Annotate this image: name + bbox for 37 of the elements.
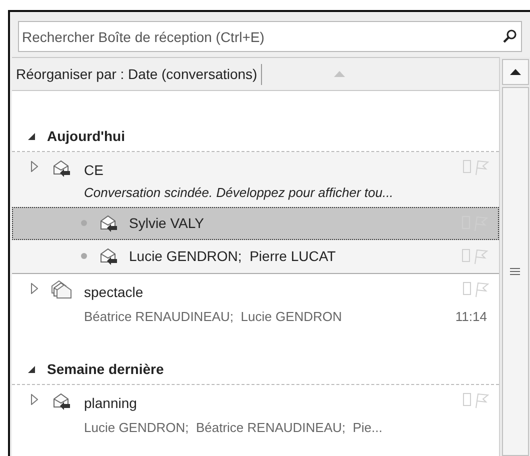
message-row[interactable]: Sylvie VALY bbox=[12, 206, 499, 240]
grip-icon bbox=[510, 268, 520, 275]
conversation-subject[interactable]: CE bbox=[84, 158, 104, 181]
collapse-triangle-icon[interactable] bbox=[28, 366, 35, 372]
scroll-thumb[interactable] bbox=[502, 87, 528, 456]
bullet-icon bbox=[81, 253, 87, 259]
group-header[interactable]: Aujourd'hui bbox=[47, 126, 125, 146]
message-sender: Sylvie VALY bbox=[129, 214, 205, 233]
conversation-subject[interactable]: planning bbox=[84, 391, 137, 414]
category-icon[interactable] bbox=[462, 249, 470, 262]
flag-icon[interactable] bbox=[475, 160, 489, 176]
message-time: 11:14 bbox=[455, 308, 487, 326]
collapse-triangle-icon[interactable] bbox=[28, 132, 35, 140]
sort-arrow-icon[interactable] bbox=[334, 71, 346, 77]
envelopes-icon bbox=[50, 280, 72, 300]
category-icon[interactable] bbox=[463, 393, 471, 406]
search-icon[interactable] bbox=[503, 29, 517, 43]
expand-triangle-icon[interactable] bbox=[31, 394, 38, 405]
search-field[interactable]: Rechercher Boîte de réception (Ctrl+E) bbox=[18, 21, 522, 52]
scroll-up-button[interactable] bbox=[502, 59, 528, 85]
conversation-note: Conversation scindée. Développez pour afficher tou... bbox=[84, 184, 394, 202]
category-icon[interactable] bbox=[463, 282, 471, 294]
sender-list: Béatrice RENAUDINEAU; Lucie GENDRON bbox=[84, 306, 342, 326]
group-header[interactable]: Semaine dernière bbox=[47, 358, 164, 380]
sender-list: Lucie GENDRON; Béatrice RENAUDINEAU; Pie... bbox=[84, 418, 382, 438]
category-icon[interactable] bbox=[463, 160, 471, 173]
flag-icon[interactable] bbox=[474, 249, 488, 265]
message-sender: Lucie GENDRON; Pierre LUCAT bbox=[129, 246, 337, 266]
up-arrow-icon bbox=[510, 69, 520, 75]
expand-triangle-icon[interactable] bbox=[31, 161, 38, 172]
flag-icon[interactable] bbox=[475, 282, 489, 298]
conversation-subject[interactable]: spectacle bbox=[84, 280, 144, 302]
scrollbar[interactable] bbox=[499, 57, 530, 456]
flag-icon[interactable] bbox=[475, 393, 489, 409]
bullet-icon bbox=[81, 220, 87, 226]
expand-triangle-icon[interactable] bbox=[31, 282, 38, 294]
message-row[interactable]: Lucie GENDRON; Pierre LUCAT bbox=[12, 240, 499, 272]
